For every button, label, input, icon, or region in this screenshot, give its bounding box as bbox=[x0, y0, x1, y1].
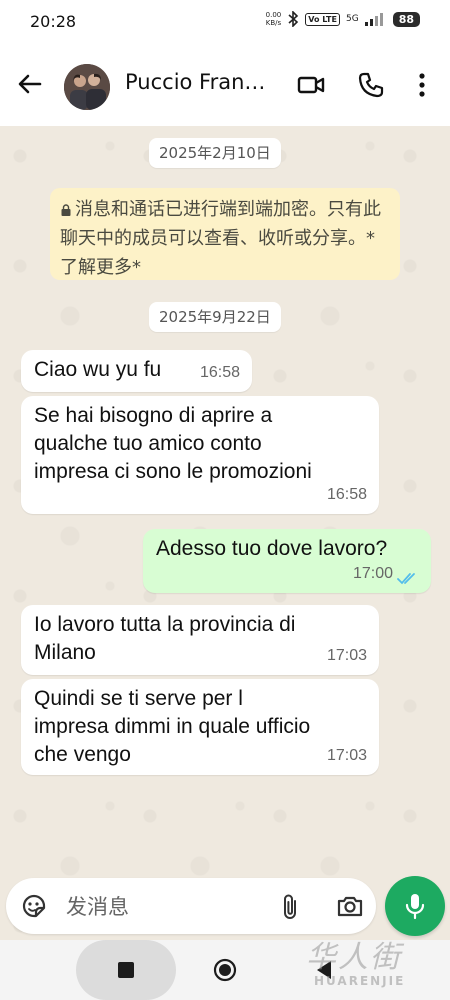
encryption-notice-text: 消息和通话已进行端到端加密。只有此聊天中的成员可以查看、收听或分享。*了解更多* bbox=[60, 199, 381, 278]
message-incoming[interactable]: Quindi se ti serve per l impresa dimmi i… bbox=[21, 679, 379, 775]
message-composer bbox=[6, 878, 376, 934]
status-time: 20:28 bbox=[30, 12, 77, 31]
recents-icon bbox=[118, 962, 134, 978]
home-icon[interactable] bbox=[213, 958, 237, 982]
avatar-photo bbox=[64, 64, 110, 110]
lock-icon bbox=[61, 204, 71, 216]
message-time: 17:00 bbox=[352, 565, 393, 582]
chat-header: Puccio Fran… bbox=[0, 44, 450, 126]
date-separator: 2025年9月22日 bbox=[149, 302, 281, 332]
status-indicators: 0.00 KB/s Vo LTE 5G 88 bbox=[266, 11, 420, 27]
network-type: 5G bbox=[345, 14, 359, 24]
recents-button[interactable] bbox=[76, 940, 176, 1000]
phone-icon[interactable] bbox=[356, 70, 386, 100]
status-bar: 20:28 0.00 KB/s Vo LTE 5G 88 bbox=[0, 0, 450, 44]
signal-icon bbox=[364, 13, 383, 26]
encryption-notice[interactable]: 消息和通话已进行端到端加密。只有此聊天中的成员可以查看、收听或分享。*了解更多* bbox=[50, 188, 400, 280]
battery-indicator: 88 bbox=[392, 11, 420, 27]
message-incoming[interactable]: Se hai bisogno di aprire a qualche tuo a… bbox=[21, 396, 379, 514]
chat-area[interactable]: 2025年2月10日 消息和通话已进行端到端加密。只有此聊天中的成员可以查看、收… bbox=[0, 126, 450, 940]
message-text: Se hai bisogno di aprire a qualche tuo a… bbox=[34, 404, 312, 483]
contact-avatar[interactable] bbox=[64, 64, 110, 110]
read-receipt-icon bbox=[397, 573, 415, 585]
message-time: 16:58 bbox=[326, 486, 367, 503]
date-separator: 2025年2月10日 bbox=[149, 138, 281, 168]
camera-icon[interactable] bbox=[336, 892, 364, 920]
video-call-icon[interactable] bbox=[296, 70, 326, 100]
more-options-icon[interactable] bbox=[410, 70, 434, 100]
message-text: Quindi se ti serve per l impresa dimmi i… bbox=[34, 687, 311, 766]
message-text: Adesso tuo dove lavoro? bbox=[156, 537, 388, 560]
bluetooth-icon bbox=[288, 11, 299, 27]
back-triangle-icon[interactable] bbox=[313, 959, 335, 981]
attachment-icon[interactable] bbox=[278, 892, 304, 922]
message-input[interactable] bbox=[64, 886, 258, 928]
message-time: 17:03 bbox=[326, 647, 367, 664]
message-text: Ciao wu yu fu bbox=[34, 358, 162, 381]
sticker-icon[interactable] bbox=[20, 892, 48, 920]
voice-message-button[interactable] bbox=[385, 876, 445, 936]
message-incoming[interactable]: Ciao wu yu fu 16:58 bbox=[21, 350, 252, 392]
message-time: 16:58 bbox=[199, 364, 240, 381]
message-incoming[interactable]: Io lavoro tutta la provincia di Milano 1… bbox=[21, 605, 379, 675]
volte-badge: Vo LTE bbox=[305, 12, 340, 26]
network-speed: 0.00 KB/s bbox=[265, 11, 282, 27]
contact-name[interactable]: Puccio Fran… bbox=[125, 70, 275, 94]
microphone-icon bbox=[405, 894, 425, 920]
back-arrow-icon[interactable] bbox=[14, 68, 46, 100]
message-text: Io lavoro tutta la provincia di Milano bbox=[34, 613, 296, 664]
message-time: 17:03 bbox=[326, 747, 367, 764]
message-outgoing[interactable]: Adesso tuo dove lavoro? 17:00 bbox=[143, 529, 431, 593]
system-navigation-bar bbox=[0, 940, 450, 1000]
